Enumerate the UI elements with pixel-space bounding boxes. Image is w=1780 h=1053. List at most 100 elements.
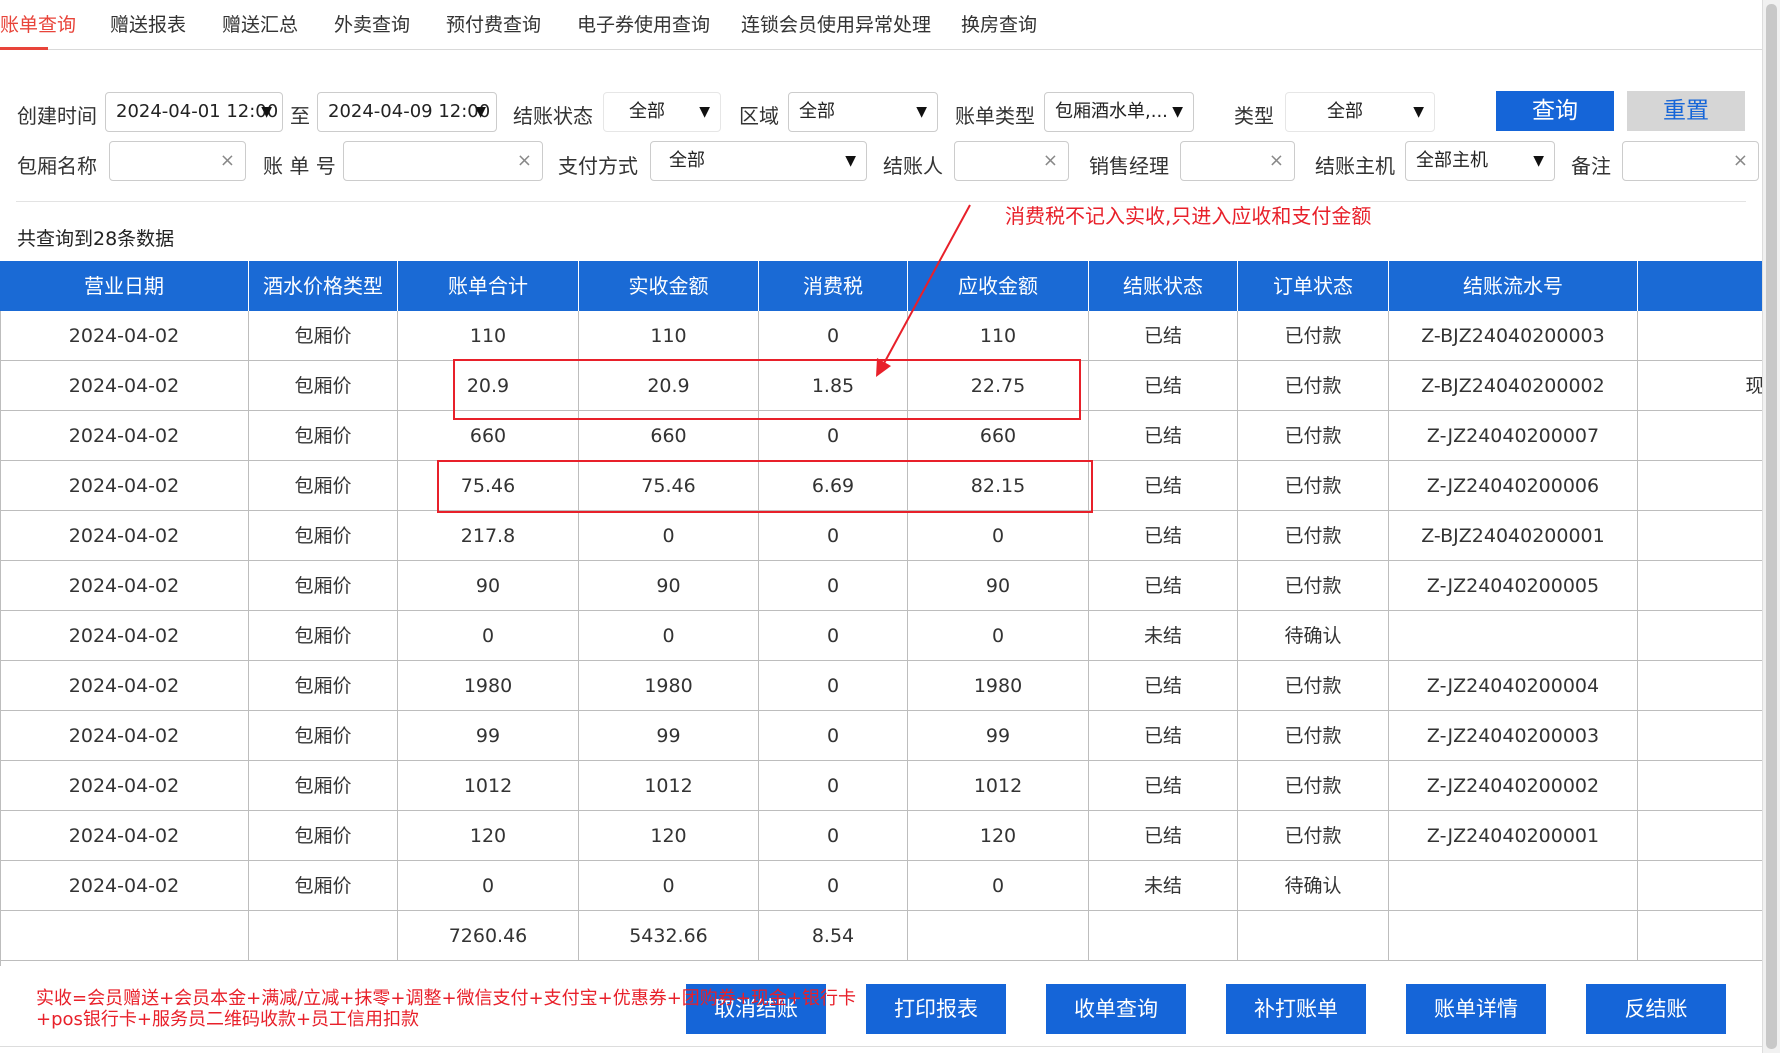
cell-serial-number: Z-BJZ24040200002: [1389, 361, 1638, 411]
total-receivable-amount: [908, 911, 1089, 961]
scrollbar-thumb[interactable]: [1766, 4, 1777, 1049]
cell-bill-total: 75.46: [398, 461, 579, 511]
cell-checkout-status: 已结: [1089, 461, 1238, 511]
cell-serial-number: Z-JZ24040200003: [1389, 711, 1638, 761]
reset-button[interactable]: 重置: [1627, 91, 1745, 131]
host-select[interactable]: 全部主机 ▼: [1405, 141, 1555, 181]
cell-consumption-tax: 0: [759, 711, 908, 761]
tab-ecoupon-query[interactable]: 电子券使用查询: [577, 10, 710, 37]
header-business-date[interactable]: 营业日期: [0, 261, 249, 311]
bill-type-select[interactable]: 包厢酒水单,... ▼: [1044, 92, 1194, 132]
cell-consumption-tax: 0: [759, 311, 908, 361]
cell-receivable-amount: 99: [908, 711, 1089, 761]
clear-icon[interactable]: ×: [1733, 150, 1748, 171]
cell-bill-total: 1980: [398, 661, 579, 711]
cell-consumption-tax: 0: [759, 761, 908, 811]
cell-received-amount: 0: [579, 511, 759, 561]
cell-receivable-amount: 0: [908, 611, 1089, 661]
chevron-down-icon: ▼: [916, 104, 927, 120]
cell-serial-number: Z-JZ24040200007: [1389, 411, 1638, 461]
tab-chain-member-exception[interactable]: 连锁会员使用异常处理: [741, 10, 931, 37]
vertical-scrollbar[interactable]: [1762, 0, 1780, 1053]
date-from-value: 2024-04-01 12:00: [116, 101, 279, 122]
remark-input[interactable]: ×: [1622, 141, 1759, 181]
total-order-status: [1238, 911, 1389, 961]
cell-price-type: 包厢价: [249, 361, 398, 411]
receipt-query-button[interactable]: 收单查询: [1046, 984, 1186, 1034]
header-order-status[interactable]: 订单状态: [1238, 261, 1389, 311]
cashier-input[interactable]: ×: [954, 141, 1069, 181]
clear-icon[interactable]: ×: [517, 150, 532, 171]
date-from-select[interactable]: 2024-04-01 12:00 ▼: [105, 92, 283, 132]
date-to-select[interactable]: 2024-04-09 12:00 ▼: [317, 92, 497, 132]
cell-consumption-tax: 0: [759, 861, 908, 911]
bill-no-input[interactable]: ×: [343, 141, 543, 181]
cell-serial-number: Z-BJZ24040200001: [1389, 511, 1638, 561]
total-consumption-tax: 8.54: [759, 911, 908, 961]
to-label: 至: [290, 104, 310, 128]
clear-icon[interactable]: ×: [1043, 150, 1058, 171]
cell-bill-total: 90: [398, 561, 579, 611]
header-price-type[interactable]: 酒水价格类型: [249, 261, 398, 311]
payment-method-value: 全部: [669, 150, 705, 171]
reverse-checkout-button[interactable]: 反结账: [1586, 984, 1726, 1034]
tab-room-change-query[interactable]: 换房查询: [961, 10, 1037, 37]
room-name-input[interactable]: ×: [109, 141, 246, 181]
tab-gift-report[interactable]: 赠送报表: [110, 10, 186, 37]
cell-receivable-amount: 0: [908, 511, 1089, 561]
cell-checkout-status: 已结: [1089, 311, 1238, 361]
cell-consumption-tax: 0: [759, 411, 908, 461]
clear-icon[interactable]: ×: [1269, 150, 1284, 171]
cell-checkout-status: 已结: [1089, 661, 1238, 711]
cell-consumption-tax: 0: [759, 511, 908, 561]
cell-order-status: 已付款: [1238, 561, 1389, 611]
header-bill-total[interactable]: 账单合计: [398, 261, 579, 311]
bill-detail-button[interactable]: 账单详情: [1406, 984, 1546, 1034]
bill-no-label: 账 单 号: [263, 154, 336, 178]
payment-method-select[interactable]: 全部 ▼: [650, 141, 867, 181]
cell-business-date: 2024-04-02: [0, 511, 249, 561]
cell-consumption-tax: 1.85: [759, 361, 908, 411]
total-checkout-status: [1089, 911, 1238, 961]
tab-bill-query[interactable]: 账单查询: [0, 10, 76, 37]
cell-order-status: 已付款: [1238, 661, 1389, 711]
result-count: 共查询到28条数据: [17, 228, 175, 250]
cell-receivable-amount: 120: [908, 811, 1089, 861]
type-select[interactable]: 全部 ▼: [1285, 92, 1435, 132]
total-bill-total: 7260.46: [398, 911, 579, 961]
cell-order-status: 已付款: [1238, 461, 1389, 511]
cell-checkout-status: 已结: [1089, 411, 1238, 461]
cell-payment-detail: 现: [1638, 811, 1762, 861]
print-report-button[interactable]: 打印报表: [866, 984, 1006, 1034]
total-business-date: [0, 911, 249, 961]
cell-consumption-tax: 0: [759, 561, 908, 611]
query-button[interactable]: 查询: [1496, 91, 1614, 131]
cell-received-amount: 0: [579, 611, 759, 661]
header-receivable-amount[interactable]: 应收金额: [908, 261, 1089, 311]
area-select[interactable]: 全部 ▼: [788, 92, 938, 132]
checkout-status-select[interactable]: 全部 ▼: [603, 92, 721, 132]
cell-receivable-amount: 1980: [908, 661, 1089, 711]
cell-business-date: 2024-04-02: [0, 461, 249, 511]
tab-takeout-query[interactable]: 外卖查询: [334, 10, 410, 37]
header-consumption-tax[interactable]: 消费税: [759, 261, 908, 311]
cell-payment-detail: 现: [1638, 761, 1762, 811]
cell-business-date: 2024-04-02: [0, 761, 249, 811]
tab-gift-summary[interactable]: 赠送汇总: [222, 10, 298, 37]
clear-icon[interactable]: ×: [220, 150, 235, 171]
header-payment-detail[interactable]: [1638, 261, 1762, 311]
reprint-bill-button[interactable]: 补打账单: [1226, 984, 1366, 1034]
sales-manager-input[interactable]: ×: [1180, 141, 1295, 181]
room-name-label: 包厢名称: [17, 154, 97, 178]
header-serial-number[interactable]: 结账流水号: [1389, 261, 1638, 311]
header-received-amount[interactable]: 实收金额: [579, 261, 759, 311]
tab-prepaid-query[interactable]: 预付费查询: [446, 10, 541, 37]
cell-order-status: 待确认: [1238, 861, 1389, 911]
checkout-status-label: 结账状态: [513, 104, 593, 128]
cell-price-type: 包厢价: [249, 861, 398, 911]
total-payment-detail: [1638, 911, 1762, 961]
cell-payment-detail: 挂账:2: [1638, 511, 1762, 561]
header-checkout-status[interactable]: 结账状态: [1089, 261, 1238, 311]
cell-serial-number: Z-JZ24040200006: [1389, 461, 1638, 511]
cell-order-status: 已付款: [1238, 811, 1389, 861]
